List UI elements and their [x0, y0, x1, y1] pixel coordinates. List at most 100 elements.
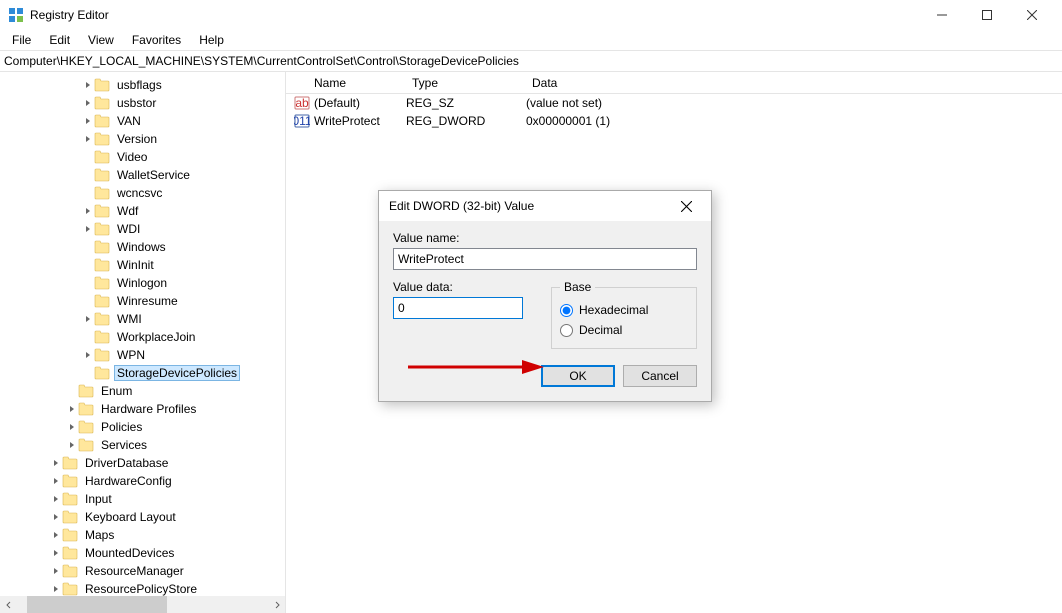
tree-item[interactable]: Policies: [0, 418, 285, 436]
address-text: Computer\HKEY_LOCAL_MACHINE\SYSTEM\Curre…: [4, 54, 519, 68]
tree-item[interactable]: usbflags: [0, 76, 285, 94]
tree-item-label: Keyboard Layout: [82, 509, 179, 525]
value-name: (Default): [314, 96, 406, 110]
expand-icon[interactable]: [82, 315, 94, 323]
scroll-thumb[interactable]: [27, 596, 167, 613]
list-row[interactable]: 011WriteProtectREG_DWORD0x00000001 (1): [286, 112, 1062, 130]
tree-item[interactable]: ResourceManager: [0, 562, 285, 580]
tree-item[interactable]: Keyboard Layout: [0, 508, 285, 526]
value-name-label: Value name:: [393, 231, 697, 245]
expand-icon[interactable]: [82, 81, 94, 89]
column-name[interactable]: Name: [286, 76, 406, 90]
tree-horizontal-scrollbar[interactable]: [0, 596, 285, 613]
tree-item[interactable]: WDI: [0, 220, 285, 238]
tree-item[interactable]: StorageDevicePolicies: [0, 364, 285, 382]
tree-item[interactable]: WorkplaceJoin: [0, 328, 285, 346]
expand-icon[interactable]: [50, 459, 62, 467]
scroll-track[interactable]: [17, 596, 268, 613]
tree-item[interactable]: ResourcePolicyStore: [0, 580, 285, 596]
svg-text:011: 011: [294, 114, 310, 128]
tree-item-label: Winlogon: [114, 275, 170, 291]
tree-item-label: Wdf: [114, 203, 141, 219]
value-data: (value not set): [526, 96, 1062, 110]
expand-icon[interactable]: [50, 513, 62, 521]
tree-item-label: usbstor: [114, 95, 159, 111]
expand-icon[interactable]: [82, 207, 94, 215]
tree-item[interactable]: VAN: [0, 112, 285, 130]
tree-item-label: WinInit: [114, 257, 157, 273]
expand-icon[interactable]: [82, 99, 94, 107]
expand-icon[interactable]: [50, 549, 62, 557]
tree-item-label: Input: [82, 491, 115, 507]
expand-icon[interactable]: [66, 441, 78, 449]
svg-text:ab: ab: [295, 96, 309, 110]
dialog-close-button[interactable]: [671, 191, 701, 221]
tree-item[interactable]: Winlogon: [0, 274, 285, 292]
radio-hexadecimal[interactable]: [560, 304, 573, 317]
menu-help[interactable]: Help: [191, 31, 232, 49]
registry-tree[interactable]: usbflagsusbstorVANVersion Video WalletServ…: [0, 72, 285, 596]
tree-item[interactable]: Enum: [0, 382, 285, 400]
tree-item[interactable]: Input: [0, 490, 285, 508]
expand-icon[interactable]: [82, 225, 94, 233]
value-type: REG_SZ: [406, 96, 526, 110]
expand-icon[interactable]: [82, 135, 94, 143]
expand-icon[interactable]: [50, 531, 62, 539]
dialog-title: Edit DWORD (32-bit) Value: [389, 199, 671, 213]
tree-item[interactable]: Windows: [0, 238, 285, 256]
tree-item[interactable]: Services: [0, 436, 285, 454]
tree-item[interactable]: Maps: [0, 526, 285, 544]
tree-item-label: WalletService: [114, 167, 193, 183]
minimize-button[interactable]: [919, 1, 964, 29]
tree-item[interactable]: WalletService: [0, 166, 285, 184]
menu-favorites[interactable]: Favorites: [124, 31, 189, 49]
tree-item[interactable]: WPN: [0, 346, 285, 364]
tree-item[interactable]: Winresume: [0, 292, 285, 310]
tree-item[interactable]: DriverDatabase: [0, 454, 285, 472]
column-type[interactable]: Type: [406, 76, 526, 90]
ok-button[interactable]: OK: [541, 365, 615, 387]
expand-icon[interactable]: [82, 117, 94, 125]
value-data: 0x00000001 (1): [526, 114, 1062, 128]
edit-dword-dialog: Edit DWORD (32-bit) Value Value name: Va…: [378, 190, 712, 402]
expand-icon[interactable]: [50, 585, 62, 593]
tree-item-label: Maps: [82, 527, 117, 543]
titlebar: Registry Editor: [0, 0, 1062, 30]
expand-icon[interactable]: [66, 423, 78, 431]
address-bar[interactable]: Computer\HKEY_LOCAL_MACHINE\SYSTEM\Curre…: [0, 50, 1062, 72]
expand-icon[interactable]: [82, 351, 94, 359]
scroll-left-button[interactable]: [0, 596, 17, 613]
tree-item-label: Video: [114, 149, 150, 165]
expand-icon[interactable]: [50, 477, 62, 485]
tree-item-label: DriverDatabase: [82, 455, 171, 471]
tree-item[interactable]: usbstor: [0, 94, 285, 112]
tree-item[interactable]: Version: [0, 130, 285, 148]
tree-item[interactable]: Wdf: [0, 202, 285, 220]
scroll-right-button[interactable]: [268, 596, 285, 613]
radio-decimal[interactable]: [560, 324, 573, 337]
value-name-input[interactable]: [393, 248, 697, 270]
cancel-button[interactable]: Cancel: [623, 365, 697, 387]
tree-item[interactable]: Hardware Profiles: [0, 400, 285, 418]
tree-item[interactable]: Video: [0, 148, 285, 166]
value-data-input[interactable]: [393, 297, 523, 319]
expand-icon[interactable]: [50, 567, 62, 575]
expand-icon[interactable]: [50, 495, 62, 503]
close-button[interactable]: [1009, 1, 1054, 29]
tree-item[interactable]: MountedDevices: [0, 544, 285, 562]
tree-item[interactable]: WMI: [0, 310, 285, 328]
menu-edit[interactable]: Edit: [41, 31, 78, 49]
maximize-button[interactable]: [964, 1, 1009, 29]
tree-item[interactable]: HardwareConfig: [0, 472, 285, 490]
base-fieldset: Base Hexadecimal Decimal: [551, 280, 697, 349]
tree-item-label: Enum: [98, 383, 135, 399]
menu-file[interactable]: File: [4, 31, 39, 49]
column-data[interactable]: Data: [526, 76, 1062, 90]
expand-icon[interactable]: [66, 405, 78, 413]
list-row[interactable]: ab (Default)REG_SZ(value not set): [286, 94, 1062, 112]
regedit-app-icon: [8, 7, 24, 23]
menu-view[interactable]: View: [80, 31, 122, 49]
tree-item[interactable]: wcncsvc: [0, 184, 285, 202]
tree-item[interactable]: WinInit: [0, 256, 285, 274]
tree-item-label: Version: [114, 131, 160, 147]
